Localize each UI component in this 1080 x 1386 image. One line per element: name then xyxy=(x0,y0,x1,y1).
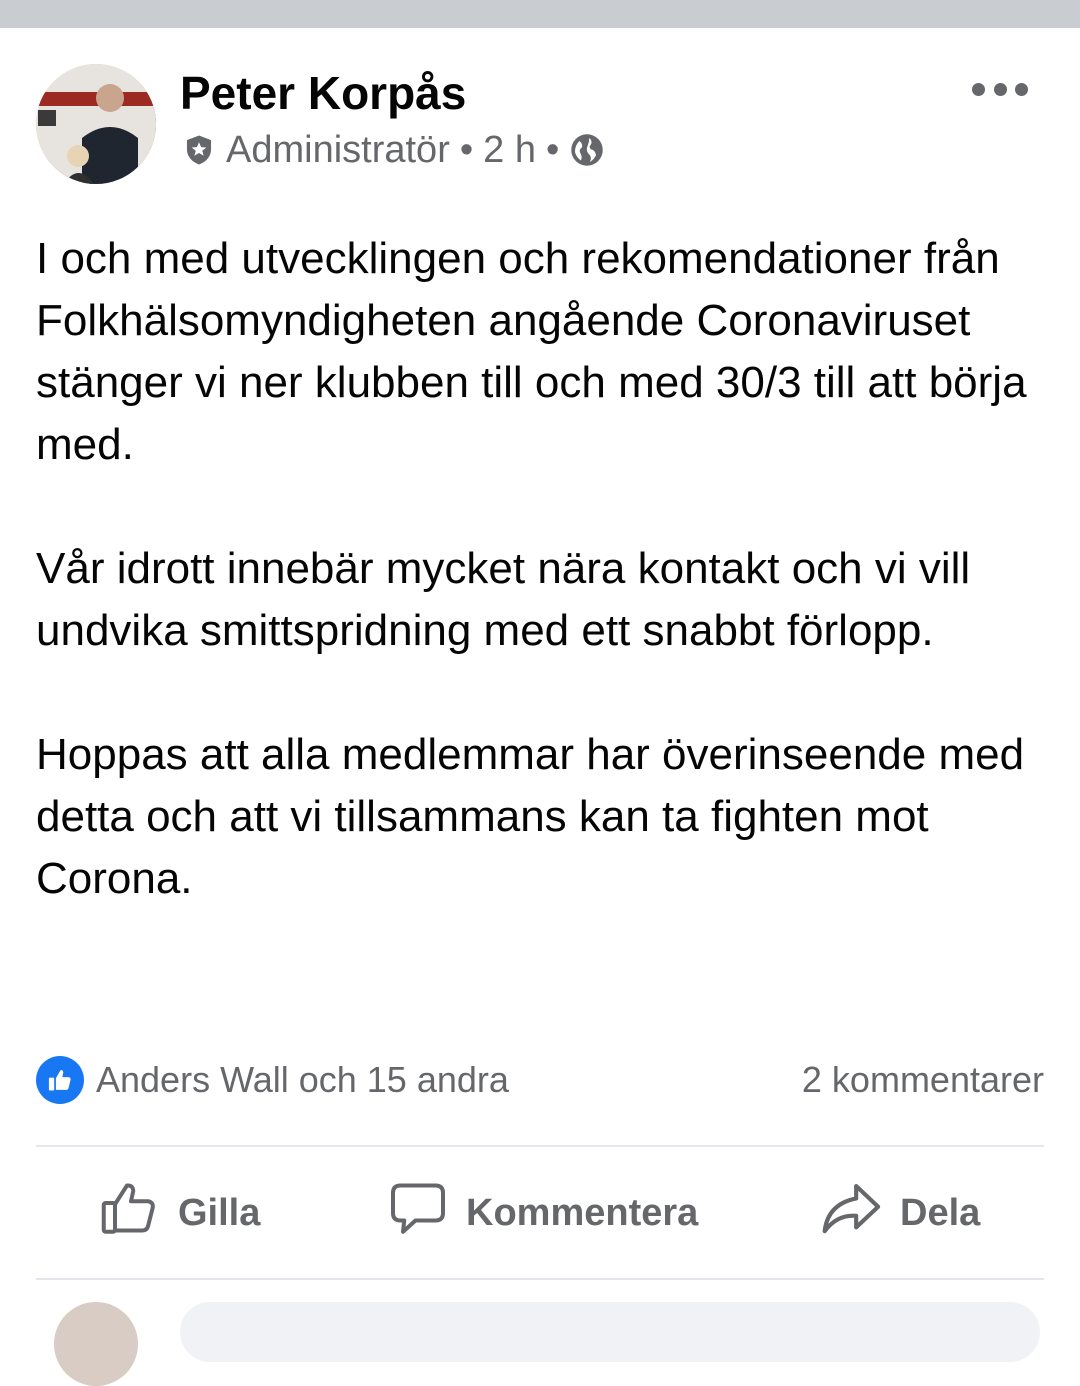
author-name[interactable]: Peter Korpås xyxy=(180,66,466,120)
globe-icon[interactable] xyxy=(569,132,605,168)
avatar-photo xyxy=(36,64,156,184)
meta-separator: • xyxy=(459,128,474,171)
post-paragraph: Vår idrott innebär mycket nära kontakt o… xyxy=(36,544,971,655)
action-bar: Gilla Kommentera Dela xyxy=(0,1150,1080,1276)
share-label: Dela xyxy=(900,1191,981,1234)
more-dot xyxy=(972,82,985,96)
comment-label: Kommentera xyxy=(466,1191,699,1234)
like-label: Gilla xyxy=(178,1191,261,1234)
more-dot xyxy=(993,82,1007,96)
share-button[interactable]: Dela xyxy=(820,1150,980,1276)
thumbs-up-badge-icon xyxy=(36,1056,84,1104)
post-paragraph: Hoppas att alla medlemmar har överinseen… xyxy=(36,730,1025,903)
share-arrow-icon xyxy=(820,1177,900,1249)
post-time[interactable]: 2 h xyxy=(483,129,536,172)
thumbs-up-icon xyxy=(100,1178,178,1248)
post-body: I och med utvecklingen och rekomendation… xyxy=(36,228,1046,972)
speech-bubble-icon xyxy=(388,1178,466,1248)
author-avatar[interactable] xyxy=(36,64,156,184)
shield-badge-icon xyxy=(182,133,216,167)
more-options-icon[interactable] xyxy=(972,80,1028,98)
comment-button[interactable]: Kommentera xyxy=(388,1150,698,1276)
meta-separator: • xyxy=(545,128,560,171)
like-button[interactable]: Gilla xyxy=(100,1150,260,1276)
divider xyxy=(36,1145,1044,1147)
divider xyxy=(36,1278,1044,1280)
comment-input[interactable] xyxy=(180,1302,1040,1362)
post-meta: Administratör • 2 h • xyxy=(182,126,605,174)
reaction-summary[interactable]: Anders Wall och 15 andra xyxy=(36,1054,509,1106)
admin-role[interactable]: Administratör xyxy=(226,129,450,172)
comment-count[interactable]: 2 kommentarer xyxy=(802,1054,1044,1106)
top-strip xyxy=(0,0,1080,28)
post-paragraph: I och med utvecklingen och rekomendation… xyxy=(36,234,1027,469)
reaction-names[interactable]: Anders Wall och 15 andra xyxy=(96,1059,509,1101)
more-dot xyxy=(1015,82,1028,96)
